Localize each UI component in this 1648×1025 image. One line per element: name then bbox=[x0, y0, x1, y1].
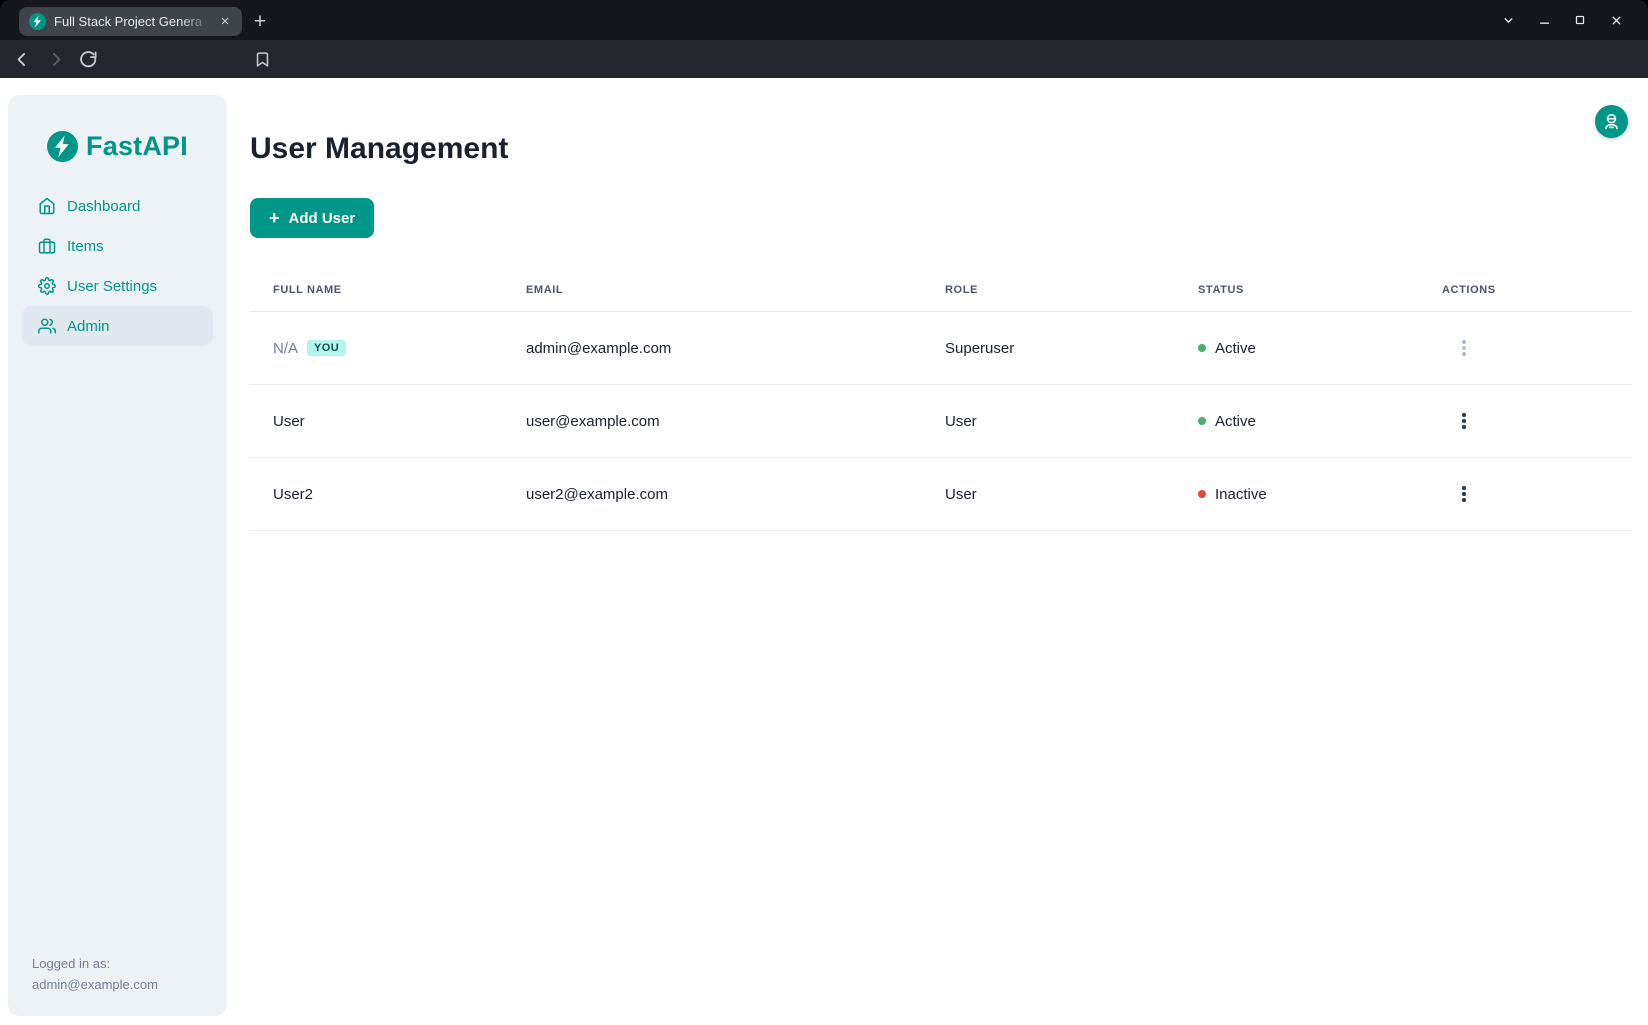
fastapi-logo: FastAPI bbox=[8, 95, 227, 162]
cell-actions bbox=[1418, 479, 1632, 509]
you-badge: YOU bbox=[307, 340, 346, 356]
sidebar-item-dashboard[interactable]: Dashboard bbox=[22, 186, 213, 226]
table-row: N/A YOU admin@example.com Superuser Acti… bbox=[249, 312, 1632, 385]
logged-in-email: admin@example.com bbox=[32, 975, 158, 996]
sidebar-item-label: Dashboard bbox=[67, 198, 140, 215]
add-user-button[interactable]: + Add User bbox=[250, 198, 374, 238]
sidebar-item-items[interactable]: Items bbox=[22, 226, 213, 266]
tab-search-chevron-icon[interactable] bbox=[1498, 10, 1518, 30]
sidebar-item-label: Admin bbox=[67, 318, 110, 335]
briefcase-icon bbox=[38, 237, 56, 255]
cell-actions bbox=[1418, 406, 1632, 436]
add-user-label: Add User bbox=[289, 210, 356, 227]
window-controls bbox=[1498, 0, 1626, 40]
sidebar-item-label: Items bbox=[67, 238, 104, 255]
cell-status: Active bbox=[1174, 413, 1418, 430]
gear-icon bbox=[38, 277, 56, 295]
cell-email: user2@example.com bbox=[502, 486, 921, 503]
home-icon bbox=[38, 197, 56, 215]
cell-role: User bbox=[921, 486, 1174, 503]
cell-full-name: N/A YOU bbox=[249, 340, 502, 357]
browser-toolbar: i localhost/admin 1 bbox=[0, 40, 1648, 78]
status-label: Active bbox=[1215, 413, 1256, 430]
bookmark-icon[interactable] bbox=[252, 49, 273, 70]
status-label: Inactive bbox=[1215, 486, 1267, 503]
fastapi-favicon-icon bbox=[29, 13, 46, 30]
cell-actions bbox=[1418, 333, 1632, 363]
page-title: User Management bbox=[250, 132, 508, 166]
column-header-status: Status bbox=[1174, 284, 1418, 296]
logged-in-footer: Logged in as: admin@example.com bbox=[32, 954, 158, 996]
column-header-full-name: Full Name bbox=[249, 284, 502, 296]
sidebar-item-label: User Settings bbox=[67, 278, 157, 295]
minimize-button-icon[interactable] bbox=[1534, 10, 1554, 30]
status-dot bbox=[1198, 490, 1206, 498]
reload-button-icon[interactable] bbox=[78, 49, 99, 70]
table-header-row: Full Name Email Role Status Actions bbox=[249, 268, 1632, 312]
sidebar-item-user-settings[interactable]: User Settings bbox=[22, 266, 213, 306]
close-window-button-icon[interactable] bbox=[1606, 10, 1626, 30]
browser-tab[interactable]: Full Stack Project Genera × bbox=[19, 7, 242, 36]
column-header-actions: Actions bbox=[1418, 284, 1632, 296]
cell-role: User bbox=[921, 413, 1174, 430]
column-header-email: Email bbox=[502, 284, 921, 296]
cell-email: user@example.com bbox=[502, 413, 921, 430]
tab-close-icon[interactable]: × bbox=[216, 13, 234, 31]
status-dot bbox=[1198, 344, 1206, 352]
cell-status: Inactive bbox=[1174, 486, 1418, 503]
cell-status: Active bbox=[1174, 340, 1418, 357]
column-header-role: Role bbox=[921, 284, 1174, 296]
back-button-icon[interactable] bbox=[12, 49, 33, 70]
fastapi-logo-text: FastAPI bbox=[86, 131, 188, 162]
row-actions-menu-icon[interactable] bbox=[1452, 479, 1476, 509]
status-dot bbox=[1198, 417, 1206, 425]
row-actions-menu-icon[interactable] bbox=[1452, 406, 1476, 436]
users-icon bbox=[38, 317, 56, 335]
fastapi-logo-icon bbox=[47, 131, 78, 162]
users-table: Full Name Email Role Status Actions N/A … bbox=[249, 268, 1632, 531]
table-row: User2 user2@example.com User Inactive bbox=[249, 458, 1632, 531]
row-actions-menu-icon bbox=[1452, 333, 1476, 363]
browser-window: Full Stack Project Genera × + bbox=[0, 0, 1648, 1025]
browser-titlebar: Full Stack Project Genera × + bbox=[0, 0, 1648, 40]
status-label: Active bbox=[1215, 340, 1256, 357]
sidebar-nav: Dashboard Items User Settings Admin bbox=[22, 186, 213, 346]
tab-title: Full Stack Project Genera bbox=[54, 14, 216, 29]
cell-full-name: User2 bbox=[249, 486, 502, 503]
new-tab-button[interactable]: + bbox=[247, 9, 273, 35]
user-astronaut-icon bbox=[1602, 112, 1621, 131]
cell-email: admin@example.com bbox=[502, 340, 921, 357]
forward-button-icon[interactable] bbox=[45, 49, 66, 70]
full-name-value: N/A bbox=[273, 340, 298, 357]
sidebar-item-admin[interactable]: Admin bbox=[22, 306, 213, 346]
logged-in-label: Logged in as: bbox=[32, 954, 158, 975]
user-menu-button[interactable] bbox=[1595, 105, 1628, 138]
page-content: FastAPI Dashboard Items User Settings bbox=[0, 78, 1648, 1025]
cell-role: Superuser bbox=[921, 340, 1174, 357]
cell-full-name: User bbox=[249, 413, 502, 430]
plus-icon: + bbox=[269, 209, 280, 227]
table-row: User user@example.com User Active bbox=[249, 385, 1632, 458]
maximize-button-icon[interactable] bbox=[1570, 10, 1590, 30]
sidebar: FastAPI Dashboard Items User Settings bbox=[8, 95, 227, 1016]
